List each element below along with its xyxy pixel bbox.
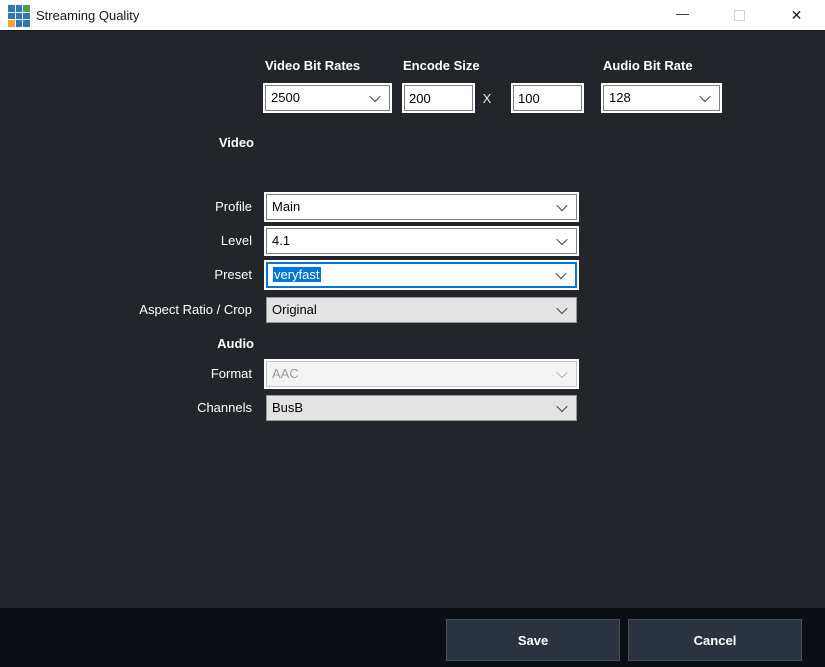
- app-icon-cell: [8, 5, 15, 12]
- app-icon: [8, 5, 30, 27]
- level-label: Level: [0, 228, 252, 254]
- level-value: 4.1: [272, 233, 290, 248]
- aspect-ratio-crop-value: Original: [272, 302, 317, 317]
- encode-size-separator: X: [481, 91, 493, 106]
- chevron-down-icon: [556, 401, 567, 412]
- chevron-down-icon: [369, 91, 380, 102]
- close-button[interactable]: ✕: [768, 0, 825, 31]
- video-bit-rates-combobox[interactable]: 2500: [265, 85, 390, 111]
- audio-bit-rate-value: 128: [609, 90, 631, 105]
- video-bit-rates-value: 2500: [271, 90, 300, 105]
- window-title: Streaming Quality: [36, 0, 139, 31]
- cancel-button[interactable]: Cancel: [628, 619, 802, 661]
- audio-section-header: Audio: [0, 336, 254, 351]
- chevron-down-icon: [556, 367, 567, 378]
- video-bit-rates-label: Video Bit Rates: [265, 58, 360, 73]
- chevron-down-icon: [699, 91, 710, 102]
- titlebar: Streaming Quality — ✕: [0, 0, 825, 31]
- aspect-ratio-crop-dropdown[interactable]: Original: [266, 297, 577, 323]
- app-icon-cell: [16, 13, 23, 20]
- preset-combobox[interactable]: veryfast: [266, 262, 577, 288]
- app-icon-cell: [16, 5, 23, 12]
- close-icon: ✕: [791, 7, 803, 24]
- window-controls: — ✕: [654, 0, 825, 31]
- preset-value-selected: veryfast: [273, 267, 321, 282]
- channels-dropdown[interactable]: BusB: [266, 395, 577, 421]
- chevron-down-icon: [555, 268, 566, 279]
- level-combobox[interactable]: 4.1: [266, 228, 577, 254]
- encode-height-input[interactable]: [513, 85, 582, 111]
- encode-width-input[interactable]: [404, 85, 473, 111]
- minimize-icon: —: [676, 6, 689, 21]
- app-icon-cell: [16, 20, 23, 27]
- profile-label: Profile: [0, 194, 252, 220]
- aspect-ratio-crop-label: Aspect Ratio / Crop: [0, 297, 252, 323]
- format-value: AAC: [272, 366, 299, 381]
- preset-label: Preset: [0, 262, 252, 288]
- format-label: Format: [0, 361, 252, 387]
- streaming-quality-dialog: Streaming Quality — ✕ Video Bit Rates 25…: [0, 0, 825, 667]
- app-icon-cell: [8, 20, 15, 27]
- channels-label: Channels: [0, 395, 252, 421]
- chevron-down-icon: [556, 200, 567, 211]
- minimize-button[interactable]: —: [654, 0, 711, 31]
- app-icon-cell: [23, 20, 30, 27]
- chevron-down-icon: [556, 234, 567, 245]
- profile-value: Main: [272, 199, 300, 214]
- maximize-button: [711, 0, 768, 31]
- profile-combobox[interactable]: Main: [266, 194, 577, 220]
- app-icon-cell: [23, 13, 30, 20]
- video-section-header: Video: [0, 135, 254, 150]
- audio-bit-rate-combobox[interactable]: 128: [603, 85, 720, 111]
- app-icon-cell: [23, 5, 30, 12]
- save-button[interactable]: Save: [446, 619, 620, 661]
- encode-size-label: Encode Size: [403, 58, 480, 73]
- audio-bit-rate-label: Audio Bit Rate: [603, 58, 693, 73]
- app-icon-cell: [8, 13, 15, 20]
- channels-value: BusB: [272, 400, 303, 415]
- maximize-icon: [734, 10, 745, 21]
- chevron-down-icon: [556, 303, 567, 314]
- footer-bar: Save Cancel: [0, 608, 825, 667]
- format-dropdown-disabled: AAC: [266, 361, 577, 387]
